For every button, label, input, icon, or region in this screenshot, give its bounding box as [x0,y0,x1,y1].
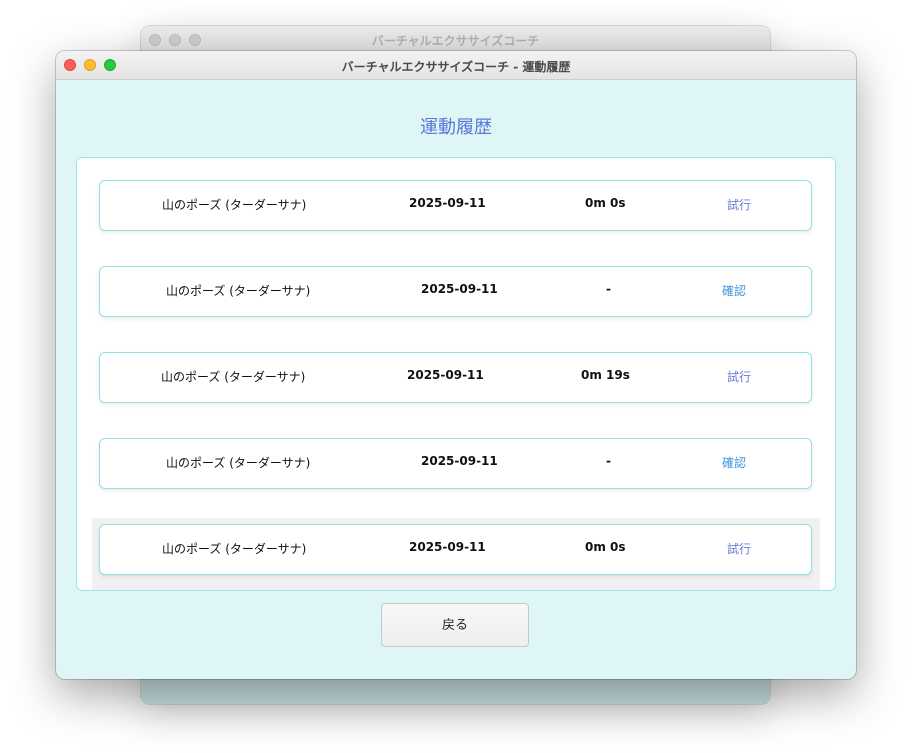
try-link[interactable]: 試行 [727,540,751,557]
exercise-date: 2025-09-11 [421,454,498,468]
exercise-name: 山のポーズ (ターダーサナ) [166,456,311,470]
exercise-name: 山のポーズ (ターダーサナ) [162,542,307,556]
back-button[interactable]: 戻る [381,603,529,647]
exercise-duration: - [606,282,611,296]
try-link[interactable]: 試行 [727,196,751,213]
main-window: バーチャルエクササイズコーチ - 運動履歴 運動履歴 山のポーズ (ターダーサナ… [56,51,856,679]
exercise-date: 2025-09-11 [409,196,486,210]
history-row: 山のポーズ (ターダーサナ) 2025-09-11 0m 0s 試行 [99,524,812,575]
exercise-date: 2025-09-11 [421,282,498,296]
exercise-duration: - [606,454,611,468]
history-list[interactable]: 山のポーズ (ターダーサナ) 2025-09-11 0m 0s 試行 山のポーズ… [76,157,836,591]
try-link[interactable]: 試行 [727,368,751,385]
history-row: 山のポーズ (ターダーサナ) 2025-09-11 - 確認 [99,438,812,489]
window-titlebar[interactable]: バーチャルエクササイズコーチ - 運動履歴 [56,51,856,80]
confirm-link[interactable]: 確認 [722,282,746,299]
confirm-link[interactable]: 確認 [722,454,746,471]
exercise-duration: 0m 0s [585,196,626,210]
page-title: 運動履歴 [420,117,492,138]
background-window-title: バーチャルエクササイズコーチ [371,34,540,48]
window-title: バーチャルエクササイズコーチ - 運動履歴 [341,60,571,74]
background-window-titlebar[interactable]: バーチャルエクササイズコーチ [141,26,770,53]
exercise-name: 山のポーズ (ターダーサナ) [162,198,307,212]
history-row: 山のポーズ (ターダーサナ) 2025-09-11 - 確認 [99,266,812,317]
exercise-duration: 0m 19s [581,368,630,382]
exercise-date: 2025-09-11 [407,368,484,382]
exercise-duration: 0m 0s [585,540,626,554]
exercise-date: 2025-09-11 [409,540,486,554]
history-row: 山のポーズ (ターダーサナ) 2025-09-11 0m 19s 試行 [99,352,812,403]
exercise-name: 山のポーズ (ターダーサナ) [161,370,306,384]
desktop: バーチャルエクササイズコーチ バーチャルエクササイズコーチ - 運動履歴 運動履… [0,0,912,753]
exercise-name: 山のポーズ (ターダーサナ) [166,284,311,298]
history-row: 山のポーズ (ターダーサナ) 2025-09-11 0m 0s 試行 [99,180,812,231]
